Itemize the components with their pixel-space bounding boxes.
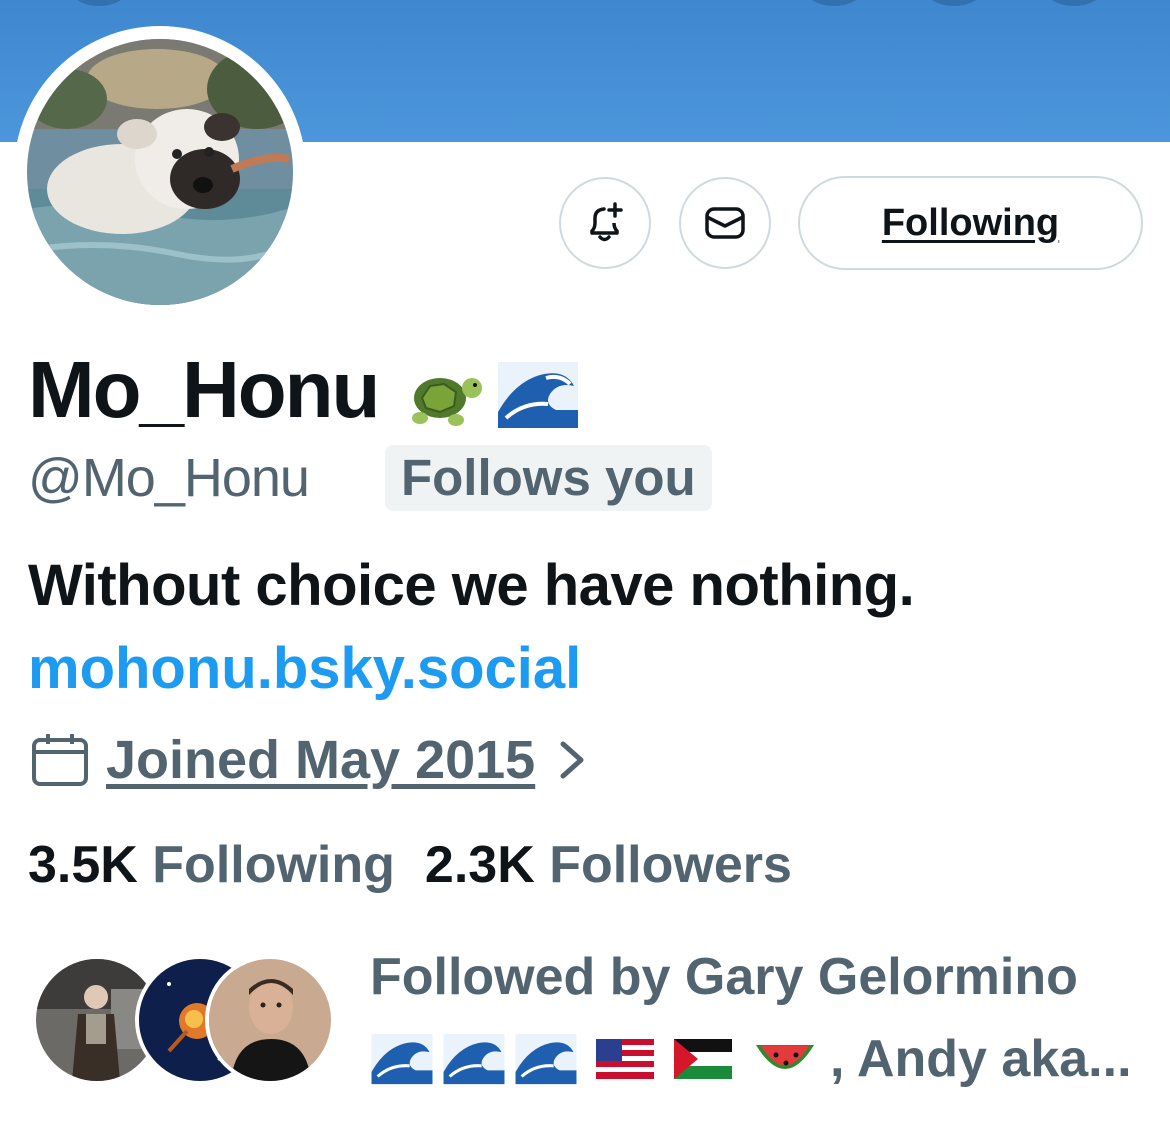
profile-handle: @Mo_Honu [28, 448, 310, 508]
following-stat[interactable]: 3.5K Following [28, 836, 395, 894]
profile-bio: Without choice we have nothing. [28, 553, 915, 618]
followed-by-tail: , Andy aka... [830, 1030, 1132, 1088]
top-nav-button[interactable] [70, 0, 128, 6]
followers-label: Followers [549, 836, 792, 894]
top-nav-button[interactable] [1045, 0, 1103, 6]
top-nav-button[interactable] [805, 0, 863, 6]
following-button[interactable]: Following [798, 176, 1143, 270]
follow-stats: 3.5K Following 2.3K Followers [28, 833, 792, 897]
turtle-emoji [412, 378, 482, 426]
message-button[interactable] [679, 177, 771, 269]
display-name: Mo_Honu [28, 345, 380, 434]
followers-stat[interactable]: 2.3K Followers [425, 836, 792, 894]
followers-count: 2.3K [424, 836, 535, 894]
bell-plus-icon [590, 202, 623, 242]
followed-by-names[interactable]: , Andy aka... [370, 1024, 1132, 1094]
wave-emoji [371, 1033, 433, 1085]
follows-you-badge: Follows you [385, 445, 712, 511]
following-count: 3.5K [28, 836, 138, 894]
us-flag-emoji [596, 1039, 654, 1079]
notifications-button[interactable] [559, 177, 651, 269]
top-nav-button[interactable] [925, 0, 983, 6]
envelope-icon [705, 207, 745, 239]
followed-by-text[interactable]: Followed by Gary Gelormino [370, 944, 1078, 1010]
follower-avatar[interactable] [205, 955, 335, 1085]
chevron-right-icon [560, 741, 584, 779]
watermelon-emoji [756, 1045, 814, 1069]
profile-link[interactable]: mohonu.bsky.social [28, 636, 581, 702]
calendar-icon [32, 734, 88, 786]
palestine-flag-emoji [674, 1039, 732, 1079]
joined-date: Joined May 2015 [106, 730, 536, 790]
wave-emoji [515, 1033, 577, 1085]
joined-date-row[interactable]: Joined May 2015 [30, 728, 587, 792]
profile-avatar[interactable] [27, 39, 293, 305]
wave-emoji [443, 1033, 505, 1085]
following-label: Following [152, 836, 395, 894]
wave-emoji [498, 362, 578, 428]
